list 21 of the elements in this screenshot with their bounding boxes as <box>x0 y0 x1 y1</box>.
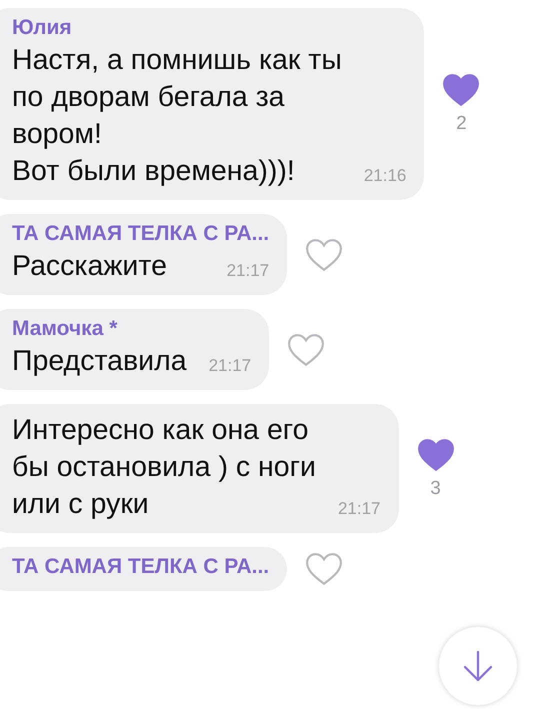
sender-name: ТА САМАЯ ТЕЛКА С РА... <box>12 222 270 246</box>
heart-icon[interactable] <box>305 552 344 586</box>
heart-icon[interactable] <box>442 73 480 107</box>
heart-icon[interactable] <box>287 332 326 366</box>
down-arrow-icon <box>461 649 495 683</box>
message-time: 21:17 <box>338 499 380 520</box>
like-count: 2 <box>456 113 467 135</box>
message-time: 21:16 <box>364 166 406 187</box>
sender-name: ТА САМАЯ ТЕЛКА С РА... <box>12 555 270 579</box>
message-time: 21:17 <box>226 261 270 282</box>
heart-icon[interactable] <box>305 238 344 272</box>
heart-icon[interactable] <box>416 438 454 472</box>
message-text: Настя, а помнишь как ты по дворам бегала за вором! Вот были времена)))! <box>12 43 342 189</box>
message-text: Интересно как она его бы остановила ) с ноги или с руки <box>12 413 316 522</box>
scroll-down-button[interactable] <box>439 627 517 705</box>
sender-name: Юлия <box>12 16 73 40</box>
message-text: Представила <box>12 344 187 379</box>
message-time: 21:17 <box>208 356 252 377</box>
message-text: Расскажите <box>12 249 167 284</box>
sender-name: Мамочка * <box>12 317 118 341</box>
like-count: 3 <box>430 478 441 500</box>
